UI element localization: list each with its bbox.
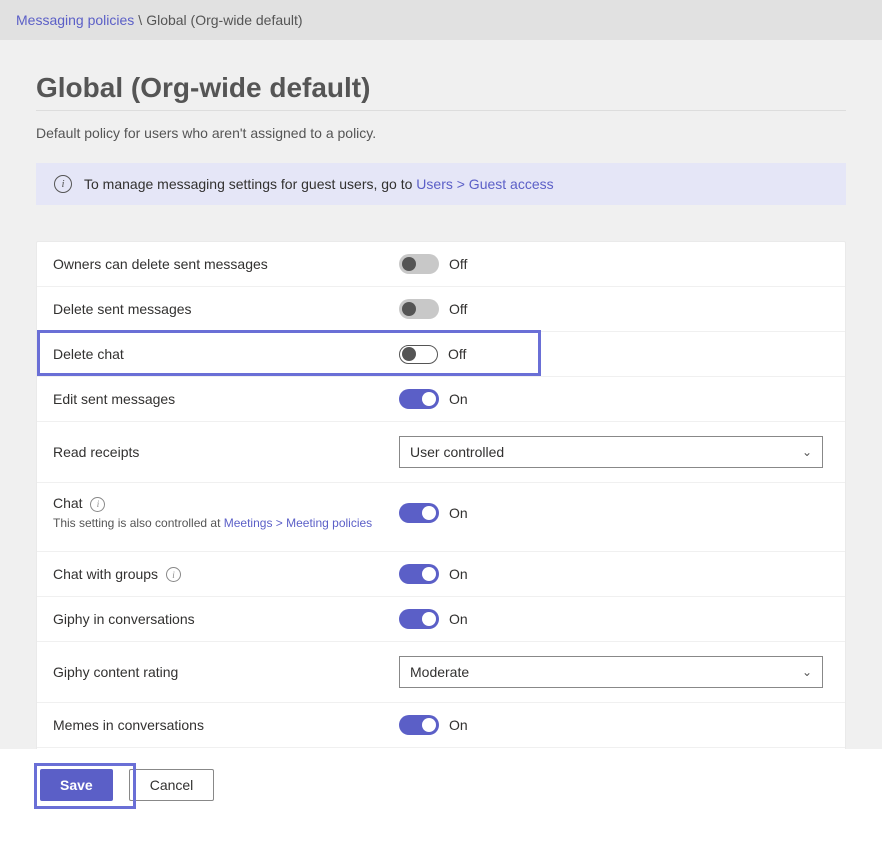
toggle-state-label: Off [449,301,467,317]
footer: Save Cancel [0,749,882,841]
info-banner-link[interactable]: Users > Guest access [416,176,553,192]
setting-row-giphy: Giphy in conversations On [37,597,845,642]
toggle-state-label: On [449,566,468,582]
toggle-giphy[interactable] [399,609,439,629]
toggle-state-label: Off [449,256,467,272]
info-banner-text: To manage messaging settings for guest u… [84,176,554,192]
info-icon[interactable]: i [166,567,181,582]
toggle-owners-delete[interactable] [399,254,439,274]
helper-link-meeting-policies[interactable]: Meetings > Meeting policies [224,516,372,530]
setting-label: Memes in conversations [53,717,399,733]
toggle-state-label: On [449,611,468,627]
setting-row-chat-with-groups: Chat with groups i On [37,552,845,597]
setting-label: Chat [53,495,83,511]
setting-row-memes: Memes in conversations On [37,703,845,748]
select-read-receipts-value: User controlled [410,444,504,460]
toggle-chat[interactable] [399,503,439,523]
chevron-down-icon: ⌄ [802,445,812,459]
settings-card: Owners can delete sent messages Off Dele… [36,241,846,749]
breadcrumb-separator: \ [138,12,142,28]
breadcrumb-current: Global (Org-wide default) [146,12,302,28]
setting-row-edit-sent: Edit sent messages On [37,377,845,422]
cancel-button[interactable]: Cancel [129,769,215,801]
setting-label: Chat with groups [53,566,158,582]
info-icon: i [54,175,72,193]
select-giphy-rating-value: Moderate [410,664,469,680]
title-divider [36,110,846,111]
info-banner-prefix: To manage messaging settings for guest u… [84,176,416,192]
page-subtitle: Default policy for users who aren't assi… [36,125,846,141]
toggle-delete-chat[interactable] [399,345,438,364]
helper-prefix: This setting is also controlled at [53,516,224,530]
chevron-down-icon: ⌄ [802,665,812,679]
setting-label: Delete sent messages [53,301,399,317]
setting-label: Edit sent messages [53,391,399,407]
select-read-receipts[interactable]: User controlled ⌄ [399,436,823,468]
setting-row-chat: Chat i This setting is also controlled a… [37,483,845,552]
setting-row-giphy-rating: Giphy content rating Moderate ⌄ [37,642,845,703]
setting-row-read-receipts: Read receipts User controlled ⌄ [37,422,845,483]
info-banner: i To manage messaging settings for guest… [36,163,846,205]
toggle-state-label: On [449,391,468,407]
setting-label: Owners can delete sent messages [53,256,399,272]
toggle-state-label: On [449,717,468,733]
save-button[interactable]: Save [40,769,113,801]
toggle-delete-sent[interactable] [399,299,439,319]
setting-row-delete-sent: Delete sent messages Off [37,287,845,332]
setting-label: Giphy in conversations [53,611,399,627]
toggle-state-label: Off [448,346,466,362]
setting-label: Giphy content rating [53,664,399,680]
toggle-state-label: On [449,505,468,521]
select-giphy-rating[interactable]: Moderate ⌄ [399,656,823,688]
setting-row-owners-delete: Owners can delete sent messages Off [37,242,845,287]
setting-row-delete-chat: Delete chat Off [37,332,845,377]
breadcrumb-parent-link[interactable]: Messaging policies [16,12,134,28]
setting-label: Delete chat [53,346,399,362]
page-title: Global (Org-wide default) [36,72,846,104]
toggle-chat-with-groups[interactable] [399,564,439,584]
breadcrumb: Messaging policies \ Global (Org-wide de… [0,0,882,40]
toggle-edit-sent[interactable] [399,389,439,409]
toggle-memes[interactable] [399,715,439,735]
setting-label: Read receipts [53,444,399,460]
setting-helper-text: This setting is also controlled at Meeti… [53,516,373,530]
info-icon[interactable]: i [90,497,105,512]
